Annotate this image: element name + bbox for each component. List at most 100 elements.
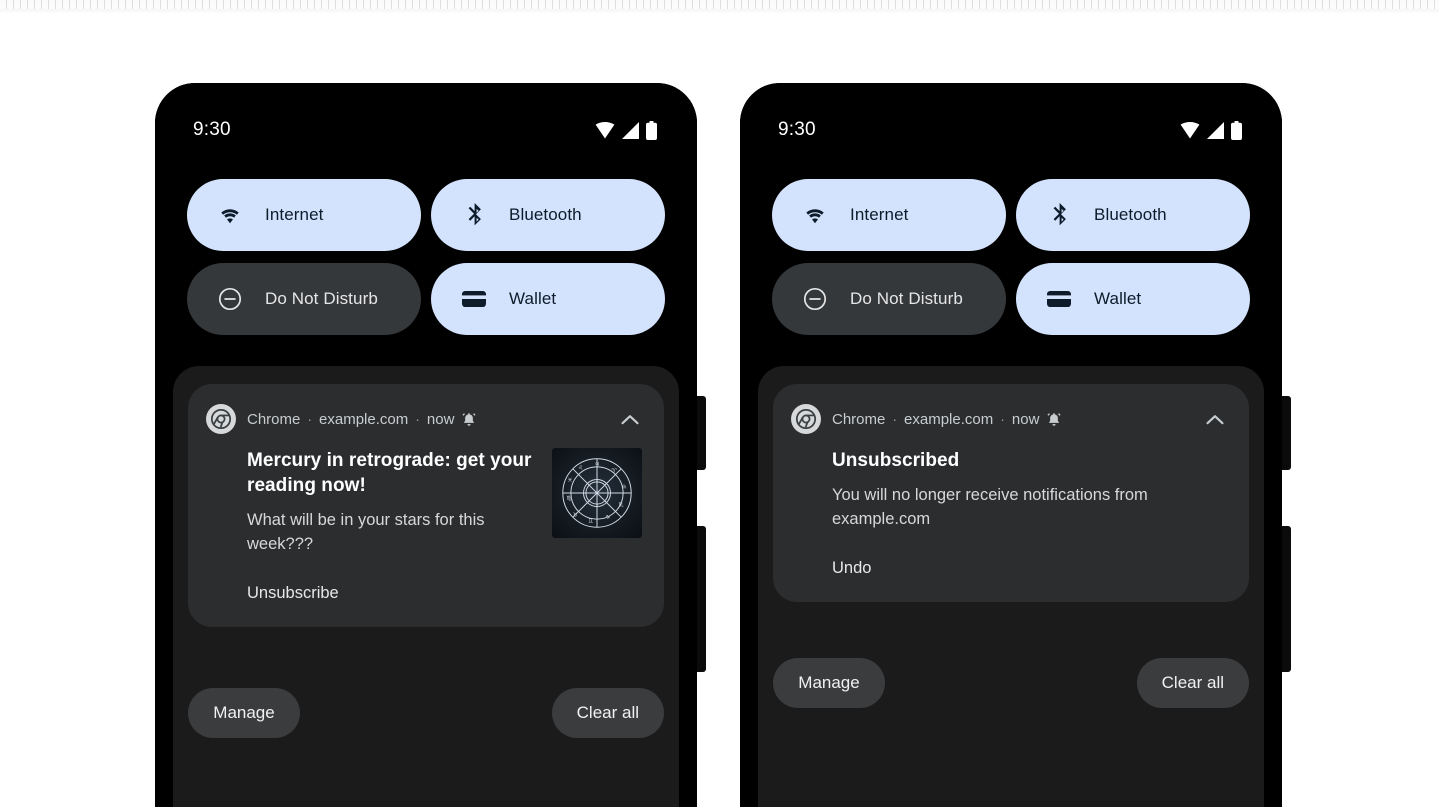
battery-icon [1231,120,1242,140]
qs-tile-label: Bluetooth [509,205,582,224]
wifi-icon [802,206,828,224]
bell-icon [1047,412,1061,427]
do-not-disturb-icon [217,287,243,311]
qs-tile-wallet[interactable]: Wallet [1016,263,1250,335]
notification-card[interactable]: Chrome · example.com · now [773,384,1249,602]
notification-description: You will no longer receive notifications… [832,486,1148,528]
chevron-up-icon[interactable] [1201,406,1229,434]
qs-tile-bluetooth[interactable]: Bluetooth [431,179,665,251]
qs-tile-internet[interactable]: Internet [187,179,421,251]
clear-all-button[interactable]: Clear all [1136,658,1249,708]
status-bar: 9:30 [740,117,1282,143]
phone-mockup-before: 9:30 Internet Bluetooth Do Not Disturb W… [155,83,706,807]
notification-title: Mercury in retrograde: get your reading … [247,450,532,497]
cell-signal-icon [1206,121,1225,139]
qs-tile-internet[interactable]: Internet [772,179,1006,251]
qs-tile-label: Do Not Disturb [850,289,963,308]
notification-header: Chrome · example.com · now [206,404,642,434]
wifi-icon [217,206,243,224]
cell-signal-icon [621,121,640,139]
svg-text:♊: ♊ [588,518,593,525]
meta-separator: · [415,411,420,427]
notification-title: Unsubscribed [832,450,960,471]
screenshot-canvas: 9:30 Internet Bluetooth Do Not Disturb W… [0,0,1439,807]
chevron-up-icon[interactable] [616,406,644,434]
clear-all-button[interactable]: Clear all [551,688,664,738]
notification-time: now [426,410,455,428]
notification-body: Mercury in retrograde: get your reading … [206,448,642,603]
phone-screen-before: 9:30 Internet Bluetooth Do Not Disturb W… [155,83,697,807]
qs-tile-bluetooth[interactable]: Bluetooth [1016,179,1250,251]
status-bar-icons [595,120,657,140]
wifi-icon [595,121,615,139]
battery-icon [646,120,657,140]
svg-text:♌: ♌ [578,465,583,472]
notification-source: example.com [319,410,409,428]
qs-tile-label: Do Not Disturb [265,289,378,308]
status-bar-icons [1180,120,1242,140]
notification-meta: Chrome · example.com · now [247,411,476,428]
power-button-hardware[interactable] [1282,396,1291,470]
svg-text:♓: ♓ [567,477,572,484]
chrome-app-icon [206,404,236,434]
shade-action-bar: Manage Clear all [773,658,1249,708]
notification-shade: Chrome · example.com · now [173,366,679,807]
notification-shade: Chrome · example.com · now [758,366,1264,807]
status-bar: 9:30 [155,117,697,143]
page-top-ruler-band [0,0,1439,14]
chrome-app-icon [791,404,821,434]
notification-text-block: Mercury in retrograde: get your reading … [247,448,536,603]
notification-card[interactable]: Chrome · example.com · now [188,384,664,627]
do-not-disturb-icon [802,287,828,311]
manage-button[interactable]: Manage [188,688,300,738]
qs-tile-label: Internet [265,205,324,224]
meta-separator: · [1000,411,1005,427]
notification-time: now [1011,410,1040,428]
svg-text:♃: ♃ [594,461,599,468]
wifi-icon [1180,121,1200,139]
qs-tile-label: Wallet [509,289,557,308]
wallet-icon [461,289,487,309]
status-bar-clock: 9:30 [778,119,816,140]
notification-source: example.com [904,410,994,428]
notification-app-name: Chrome [832,410,886,428]
phone-screen-after: 9:30 Internet Bluetooth Do Not Disturb W… [740,83,1282,807]
notification-meta: Chrome · example.com · now [832,411,1061,428]
volume-button-hardware[interactable] [697,526,706,672]
notification-text-block: Unsubscribed You will no longer receive … [832,448,1227,578]
quick-settings-grid: Internet Bluetooth Do Not Disturb Wallet [772,179,1250,335]
bell-icon [462,412,476,427]
svg-text:♉: ♉ [573,511,578,518]
qs-tile-do-not-disturb[interactable]: Do Not Disturb [187,263,421,335]
meta-separator: · [892,411,898,427]
qs-tile-wallet[interactable]: Wallet [431,263,665,335]
notification-description: What will be in your stars for this week… [247,511,485,554]
notification-app-name: Chrome [247,410,301,428]
shade-action-bar: Manage Clear all [188,688,664,738]
power-button-hardware[interactable] [697,396,706,470]
svg-text:♎: ♎ [621,485,626,491]
qs-tile-label: Bluetooth [1094,205,1167,224]
bluetooth-icon [461,202,487,228]
quick-settings-grid: Internet Bluetooth Do Not Disturb Wallet [187,179,665,335]
status-bar-clock: 9:30 [193,119,231,140]
svg-text:♍: ♍ [566,495,571,502]
qs-tile-do-not-disturb[interactable]: Do Not Disturb [772,263,1006,335]
manage-button[interactable]: Manage [773,658,885,708]
phone-mockup-after: 9:30 Internet Bluetooth Do Not Disturb W… [740,83,1291,807]
zodiac-wheel-image: ♃ ♈ ♎ ♏ ♑ ♊ ♉ ♍ ♓ ♌ [552,448,642,538]
notification-action-undo[interactable]: Undo [832,559,871,578]
bluetooth-icon [1046,202,1072,228]
wallet-icon [1046,289,1072,309]
notification-action-unsubscribe[interactable]: Unsubscribe [247,584,339,603]
svg-text:♑: ♑ [605,514,610,521]
qs-tile-label: Internet [850,205,909,224]
volume-button-hardware[interactable] [1282,526,1291,672]
ruler-ticks [0,0,1439,9]
qs-tile-label: Wallet [1094,289,1142,308]
meta-separator: · [307,411,313,427]
svg-text:♈: ♈ [611,467,617,474]
notification-body: Unsubscribed You will no longer receive … [791,448,1227,578]
notification-header: Chrome · example.com · now [791,404,1227,434]
svg-text:♏: ♏ [619,502,624,509]
